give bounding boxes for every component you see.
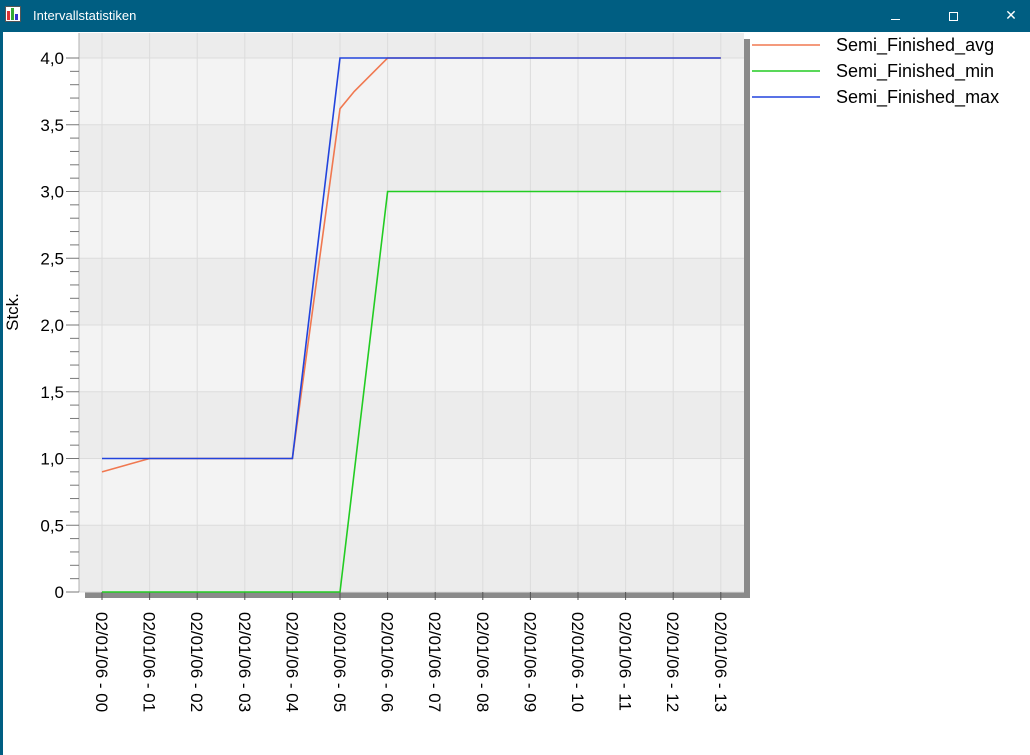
x-tick-label: 02/01/06 - 09 bbox=[520, 612, 539, 712]
x-tick-label: 02/01/06 - 12 bbox=[663, 612, 682, 712]
x-tick-label: 02/01/06 - 01 bbox=[140, 612, 159, 712]
y-tick-label: 4,0 bbox=[40, 49, 64, 68]
y-tick-label: 0 bbox=[55, 583, 64, 602]
plot-band bbox=[79, 525, 744, 592]
x-tick-label: 02/01/06 - 03 bbox=[235, 612, 254, 712]
y-tick-label: 3,0 bbox=[40, 183, 64, 202]
interval-statistics-chart: 00,51,01,52,02,53,03,54,0 02/01/06 - 00 0… bbox=[3, 33, 999, 712]
y-tick-label: 1,0 bbox=[40, 450, 64, 469]
plot-band bbox=[79, 391, 744, 459]
plot-area bbox=[79, 33, 750, 598]
plot-band bbox=[79, 258, 744, 325]
y-tick-label: 2,0 bbox=[40, 316, 64, 335]
x-tick-label: 02/01/06 - 00 bbox=[92, 612, 111, 712]
y-tick-label: 2,5 bbox=[40, 249, 64, 268]
x-tick-label: 02/01/06 - 10 bbox=[568, 612, 587, 712]
x-tick-label: 02/01/06 - 11 bbox=[616, 612, 635, 711]
y-tick-label: 1,5 bbox=[40, 383, 64, 402]
y-axis: 0 0,5 1,0 1,5 2,0 2,5 3,0 3,5 4,0 bbox=[40, 33, 80, 602]
legend-label: Semi_Finished_avg bbox=[836, 35, 994, 56]
plot-band bbox=[79, 33, 744, 58]
x-tick-label: 02/01/06 - 13 bbox=[711, 612, 730, 712]
x-tick-label: 02/01/06 - 07 bbox=[425, 612, 444, 712]
legend-label: Semi_Finished_max bbox=[836, 87, 999, 108]
plot-band bbox=[79, 124, 744, 192]
y-axis-label: Stck. bbox=[3, 293, 22, 331]
y-tick-label: 0,5 bbox=[40, 516, 64, 535]
x-tick-label: 02/01/06 - 02 bbox=[187, 612, 206, 712]
x-tick-label: 02/01/06 - 04 bbox=[282, 612, 301, 712]
legend-label: Semi_Finished_min bbox=[836, 61, 994, 82]
y-tick-label: 3,5 bbox=[40, 116, 64, 135]
legend: Semi_Finished_avg Semi_Finished_min Semi_F… bbox=[752, 35, 999, 108]
x-tick-label: 02/01/06 - 06 bbox=[378, 612, 397, 712]
x-tick-label: 02/01/06 - 05 bbox=[330, 612, 349, 712]
x-axis: 02/01/06 - 00 02/01/06 - 01 02/01/06 - 02 0… bbox=[92, 592, 730, 712]
x-tick-label: 02/01/06 - 08 bbox=[473, 612, 492, 712]
